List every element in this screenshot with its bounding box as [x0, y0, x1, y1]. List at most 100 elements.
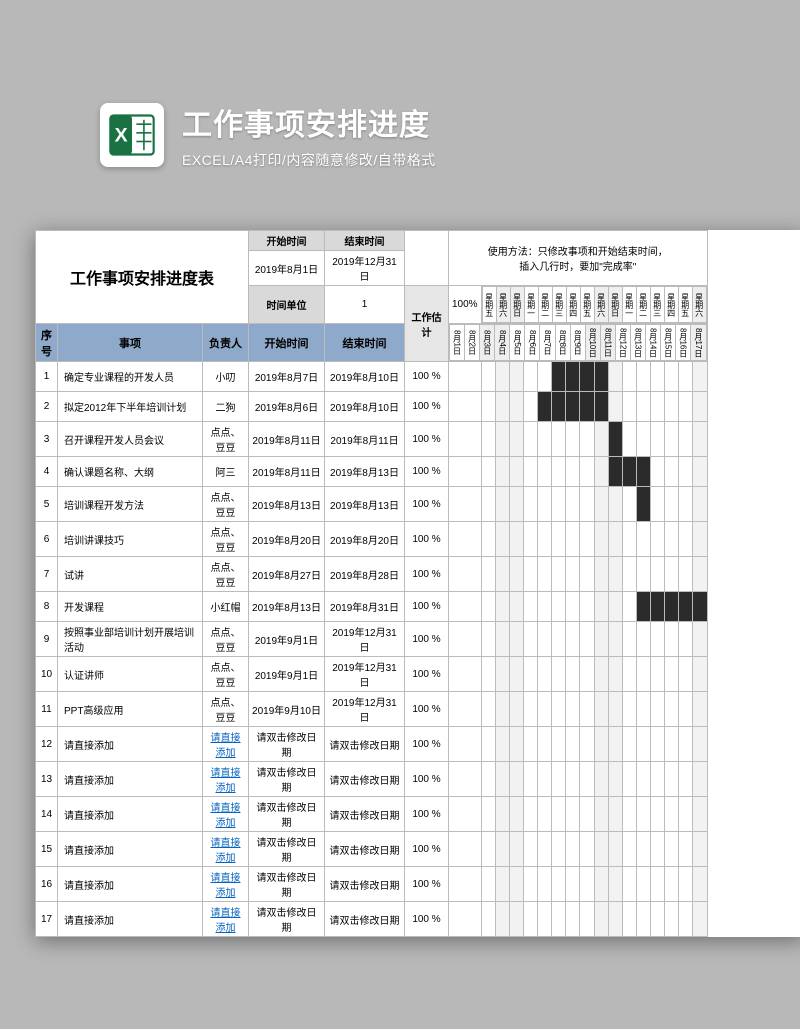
gantt-cell [693, 762, 707, 797]
cell-start: 2019年8月13日 [249, 592, 325, 622]
gantt-cell [651, 657, 665, 692]
gantt-date: 8月8日 [555, 325, 570, 361]
page-title: 工作事项安排进度 [182, 100, 436, 144]
page-header: X 工作事项安排进度 EXCEL/A4打印/内容随意修改/自带格式 [100, 100, 436, 170]
cell-pct: 100 % [405, 762, 449, 797]
gantt-cell [509, 457, 523, 487]
table-row: 10认证讲师点点、豆豆2019年9月1日2019年12月31日100 % [36, 657, 708, 692]
gantt-cell [651, 392, 665, 422]
gantt-cell [449, 392, 482, 422]
gantt-cell [495, 422, 509, 457]
gantt-cell [693, 727, 707, 762]
cell-task: 确定专业课程的开发人员 [58, 362, 203, 392]
cell-end: 2019年8月10日 [325, 392, 405, 422]
gantt-cell [651, 457, 665, 487]
spreadsheet-preview: 工作事项安排进度表 开始时间 结束时间 使用方法：只修改事项和开始结束时间，插入… [35, 230, 800, 937]
gantt-cell [594, 832, 608, 867]
gantt-cell [636, 832, 650, 867]
cell-end: 2019年8月13日 [325, 487, 405, 522]
cell-task: 请直接添加 [58, 762, 203, 797]
gantt-cell [566, 487, 580, 522]
gantt-cell [608, 832, 622, 867]
gantt-cell [481, 422, 495, 457]
gantt-cell [665, 457, 679, 487]
gantt-cell [566, 362, 580, 392]
gantt-cell [566, 592, 580, 622]
gantt-cell [538, 797, 552, 832]
table-row: 11PPT高级应用点点、豆豆2019年9月10日2019年12月31日100 % [36, 692, 708, 727]
gantt-cell [651, 522, 665, 557]
cell-owner: 点点、豆豆 [203, 557, 249, 592]
gantt-cell [608, 557, 622, 592]
col-end: 结束时间 [325, 324, 405, 362]
gantt-date: 8月3日 [480, 325, 495, 361]
gantt-cell [651, 902, 665, 937]
gantt-cell [665, 522, 679, 557]
gantt-cell [523, 457, 537, 487]
gantt-cell [580, 622, 594, 657]
gantt-cell [622, 487, 636, 522]
cell-seq: 10 [36, 657, 58, 692]
gantt-cell [509, 902, 523, 937]
gantt-cell [580, 487, 594, 522]
gantt-cell [566, 832, 580, 867]
gantt-cell [693, 522, 707, 557]
cell-owner: 小红帽 [203, 592, 249, 622]
cell-start: 2019年9月1日 [249, 657, 325, 692]
cell-task: 召开课程开发人员会议 [58, 422, 203, 457]
cell-owner: 请直接添加 [203, 902, 249, 937]
gantt-cell [449, 592, 482, 622]
gantt-cell [495, 902, 509, 937]
gantt-date: 8月11日 [600, 325, 615, 361]
gantt-cell [552, 392, 566, 422]
cell-seq: 1 [36, 362, 58, 392]
gantt-cell [449, 867, 482, 902]
gantt-cell [679, 422, 693, 457]
gantt-cell [636, 362, 650, 392]
gantt-cell [580, 557, 594, 592]
gantt-cell [495, 362, 509, 392]
cell-end: 2019年12月31日 [325, 692, 405, 727]
gantt-cell [665, 832, 679, 867]
gantt-cell [552, 422, 566, 457]
gantt-cell [495, 657, 509, 692]
cell-start: 请双击修改日期 [249, 832, 325, 867]
gantt-cell [449, 727, 482, 762]
gantt-cell [495, 522, 509, 557]
cell-owner: 点点、豆豆 [203, 522, 249, 557]
gantt-cell [636, 797, 650, 832]
gantt-dow: 星期五 [482, 287, 496, 323]
gantt-cell [481, 797, 495, 832]
cell-seq: 13 [36, 762, 58, 797]
cell-owner: 点点、豆豆 [203, 487, 249, 522]
gantt-cell [580, 867, 594, 902]
table-row: 16请直接添加请直接添加请双击修改日期请双击修改日期100 % [36, 867, 708, 902]
cell-task: 确认课题名称、大纲 [58, 457, 203, 487]
gantt-dow-row: 星期五星期六星期日星期一星期二星期三星期四星期五星期六星期日星期一星期二星期三星… [481, 286, 707, 324]
gantt-cell [481, 457, 495, 487]
gantt-cell [665, 557, 679, 592]
gantt-cell [693, 557, 707, 592]
gantt-cell [651, 487, 665, 522]
gantt-cell [594, 422, 608, 457]
gantt-cell [523, 832, 537, 867]
unit-value: 1 [325, 286, 405, 324]
gantt-cell [495, 592, 509, 622]
cell-owner: 点点、豆豆 [203, 422, 249, 457]
table-row: 3召开课程开发人员会议点点、豆豆2019年8月11日2019年8月11日100 … [36, 422, 708, 457]
table-row: 5培训课程开发方法点点、豆豆2019年8月13日2019年8月13日100 % [36, 487, 708, 522]
cell-task: 按照事业部培训计划开展培训活动 [58, 622, 203, 657]
cell-start: 请双击修改日期 [249, 762, 325, 797]
gantt-cell [566, 422, 580, 457]
gantt-cell [622, 557, 636, 592]
gantt-cell [481, 867, 495, 902]
gantt-cell [495, 727, 509, 762]
gantt-cell [509, 762, 523, 797]
gantt-cell [636, 487, 650, 522]
gantt-cell [651, 727, 665, 762]
gantt-cell [523, 422, 537, 457]
gantt-cell [693, 692, 707, 727]
gantt-cell [679, 902, 693, 937]
gantt-cell [651, 362, 665, 392]
cell-start: 请双击修改日期 [249, 867, 325, 902]
